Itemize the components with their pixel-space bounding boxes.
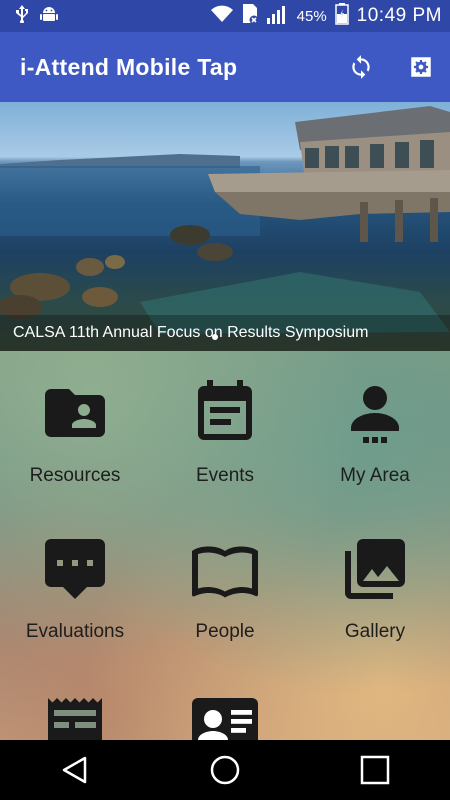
app-bar: i-Attend Mobile Tap	[0, 32, 450, 102]
tile-label: Resources	[29, 465, 121, 486]
tile-label: Events	[195, 465, 255, 486]
usb-icon	[16, 5, 28, 27]
settings-icon	[411, 57, 431, 77]
tile-people[interactable]: People	[150, 533, 300, 643]
banner-carousel[interactable]: CALSA 11th Annual Focus on Results Sympo…	[0, 102, 450, 351]
android-debug-icon	[40, 5, 58, 27]
person-icon	[351, 386, 399, 443]
home-icon	[210, 755, 240, 785]
tile-label: Gallery	[344, 621, 406, 642]
app-title: i-Attend Mobile Tap	[20, 53, 238, 80]
battery-percent: 45%	[296, 7, 327, 25]
tile-resources[interactable]: Resources	[0, 377, 150, 487]
battery-icon	[334, 3, 349, 29]
clock: 10:49 PM	[356, 5, 442, 26]
sim-no-service-icon	[241, 3, 259, 29]
system-nav-bar	[0, 740, 450, 800]
tile-label: Evaluations	[25, 621, 125, 642]
tile-gallery[interactable]: Gallery	[300, 533, 450, 643]
tile-label: My Area	[340, 465, 410, 486]
page-indicator	[212, 334, 218, 340]
menu-grid: Resources Events My Area Evaluations Peo…	[0, 351, 450, 740]
chat-bubble-icon	[45, 539, 105, 599]
recents-button[interactable]	[345, 740, 405, 800]
tile-evaluations[interactable]: Evaluations	[0, 533, 150, 643]
page-dot-active	[212, 334, 218, 340]
folder-person-icon	[45, 389, 105, 437]
recents-icon	[360, 755, 390, 785]
receipt-icon	[48, 698, 102, 740]
banner-caption: CALSA 11th Annual Focus on Results Sympo…	[0, 315, 450, 351]
refresh-button[interactable]	[346, 52, 376, 82]
tile-events[interactable]: Events	[150, 377, 300, 487]
settings-button[interactable]	[406, 52, 436, 82]
photo-library-icon	[345, 539, 405, 599]
back-icon	[62, 756, 87, 784]
tile-my-area[interactable]: My Area	[300, 377, 450, 487]
signal-icon	[266, 4, 289, 28]
home-button[interactable]	[195, 740, 255, 800]
wifi-icon	[210, 5, 233, 27]
calendar-event-icon	[198, 380, 252, 440]
tile-label: People	[195, 621, 255, 642]
refresh-icon	[352, 55, 370, 79]
back-button[interactable]	[45, 740, 105, 800]
tile-receipt[interactable]	[0, 689, 150, 740]
book-icon	[192, 546, 258, 598]
banner-image	[0, 106, 450, 334]
status-bar: 45% 10:49 PM	[0, 0, 450, 32]
tile-contact-card[interactable]	[150, 689, 300, 740]
contact-card-icon	[192, 698, 258, 740]
